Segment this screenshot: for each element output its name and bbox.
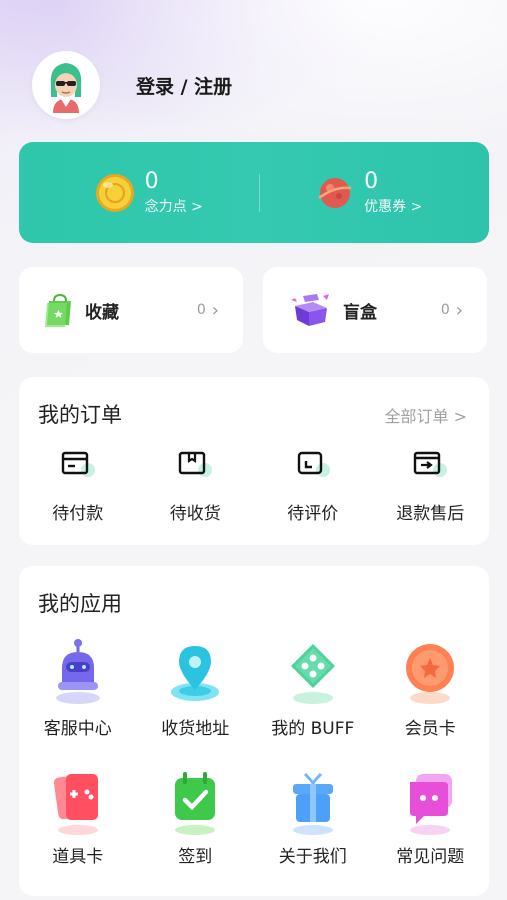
app-label: 道具卡 xyxy=(52,847,104,867)
apps-row-2: 道具卡 签到 关于我们 常见问题 xyxy=(19,766,489,867)
orders-row: 待付款 待收货 待评价 退款售后 xyxy=(19,447,489,524)
order-label: 退款售后 xyxy=(396,504,465,524)
nianli-label: 念力点 > xyxy=(144,198,203,215)
blindbox-card[interactable]: 盲盒 0 › xyxy=(263,267,487,353)
order-refund[interactable]: 退款售后 xyxy=(372,447,490,524)
orders-section: 我的订单 全部订单 > 待付款 待收货 待评价 退款售后 xyxy=(19,377,489,545)
app-my-buff[interactable]: 我的 BUFF xyxy=(254,636,372,739)
chevron-right-icon: › xyxy=(455,299,463,321)
app-shipping-address[interactable]: 收货地址 xyxy=(137,636,255,739)
apps-section: 我的应用 客服中心 收货地址 我的 BUFF 会员卡 道具卡 签到 关于我们 常… xyxy=(19,566,489,896)
app-customer-service[interactable]: 客服中心 xyxy=(19,636,137,739)
order-label: 待付款 xyxy=(52,504,104,524)
location-pin-icon xyxy=(171,646,220,701)
points-card: 0 念力点 > 0 优惠券 > xyxy=(19,142,489,243)
coin-icon xyxy=(95,173,134,212)
app-faq[interactable]: 常见问题 xyxy=(372,766,490,867)
coupon-label: 优惠券 > xyxy=(364,198,423,215)
app-check-in[interactable]: 签到 xyxy=(137,766,255,867)
avatar-icon xyxy=(50,63,82,113)
dice-icon xyxy=(290,644,335,704)
wallet-icon xyxy=(61,451,95,477)
order-label: 待评价 xyxy=(287,504,339,524)
member-badge-icon xyxy=(406,644,455,704)
refund-icon xyxy=(414,451,448,477)
app-prop-card[interactable]: 道具卡 xyxy=(19,766,137,867)
profile-header[interactable]: 登录 / 注册 xyxy=(32,50,232,120)
favorites-count: 0 xyxy=(196,302,206,318)
app-label: 常见问题 xyxy=(396,847,465,867)
favorites-card[interactable]: 收藏 0 › xyxy=(19,267,243,353)
app-label: 签到 xyxy=(178,847,213,867)
order-pending-receipt[interactable]: 待收货 xyxy=(137,447,255,524)
blindbox-label: 盲盒 xyxy=(343,302,377,323)
app-label: 我的 BUFF xyxy=(271,719,355,739)
coupon-value: 0 xyxy=(364,168,379,194)
all-orders-link[interactable]: 全部订单 > xyxy=(385,403,468,427)
chevron-right-icon: › xyxy=(211,299,219,321)
app-label: 客服中心 xyxy=(43,719,112,739)
app-label: 关于我们 xyxy=(278,847,347,867)
nianli-value: 0 xyxy=(144,168,159,194)
package-icon xyxy=(179,451,213,477)
coupon-planet-icon xyxy=(318,177,352,208)
apps-row-1: 客服中心 收货地址 我的 BUFF 会员卡 xyxy=(19,636,489,739)
favorites-label: 收藏 xyxy=(85,302,119,323)
order-label: 待收货 xyxy=(169,504,221,524)
apps-title: 我的应用 xyxy=(38,592,122,616)
order-pending-review[interactable]: 待评价 xyxy=(254,447,372,524)
calendar-check-icon xyxy=(175,772,216,835)
orders-title: 我的订单 xyxy=(38,403,122,427)
app-about-us[interactable]: 关于我们 xyxy=(254,766,372,867)
app-label: 收货地址 xyxy=(161,719,230,739)
shopping-bag-icon xyxy=(45,293,71,327)
app-member-card[interactable]: 会员卡 xyxy=(372,636,490,739)
nianli-points[interactable]: 0 念力点 > xyxy=(19,142,259,243)
blind-box-icon xyxy=(291,294,329,326)
review-icon xyxy=(297,451,330,477)
avatar[interactable] xyxy=(32,51,100,119)
coupon-points[interactable]: 0 优惠券 > xyxy=(260,142,490,243)
order-pending-payment[interactable]: 待付款 xyxy=(19,447,137,524)
chat-bubble-icon xyxy=(410,774,453,835)
gift-box-icon xyxy=(292,772,333,835)
app-label: 会员卡 xyxy=(404,719,456,739)
game-card-icon xyxy=(53,774,98,835)
login-register-link[interactable]: 登录 / 注册 xyxy=(136,72,232,99)
blindbox-count: 0 xyxy=(440,302,450,318)
robot-icon xyxy=(55,639,100,704)
